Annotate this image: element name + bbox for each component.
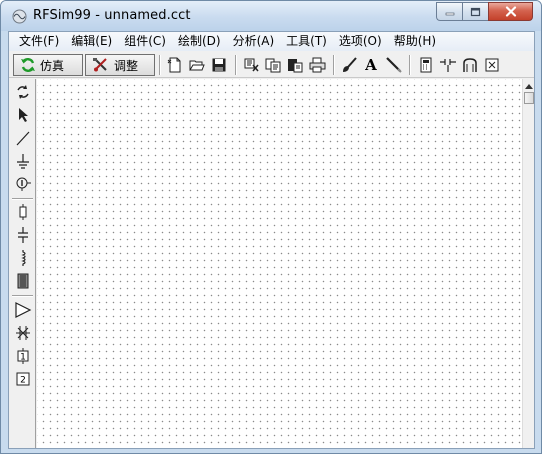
text-icon[interactable]: A [362,56,380,74]
scroll-thumb[interactable] [524,92,534,104]
toolbar: 仿真 调整 A [9,52,534,78]
toolbar-separator [409,55,411,75]
component-icon[interactable] [439,56,457,74]
simulate-button[interactable]: 仿真 [13,54,83,76]
copy-icon[interactable] [264,56,282,74]
minimize-icon [445,12,454,15]
menu-file[interactable]: 文件(F) [13,32,65,51]
capacitor-icon[interactable] [14,226,32,244]
transformer-icon[interactable] [14,272,32,290]
refresh-icon [21,58,35,72]
close-icon [505,6,516,17]
menu-components[interactable]: 组件(C) [118,32,172,51]
client-area: 文件(F) 编辑(E) 组件(C) 绘制(D) 分析(A) 工具(T) 选项(O… [8,31,535,449]
menu-edit[interactable]: 编辑(E) [65,32,118,51]
menu-tools[interactable]: 工具(T) [280,32,333,51]
calculator-icon[interactable] [417,56,435,74]
vertical-scrollbar[interactable] [522,79,534,448]
port-icon[interactable] [14,175,32,193]
chevron-up-icon [525,83,533,89]
app-window: RFSim99 - unnamed.cct 文件(F) 编辑(E) 组件(C) … [0,0,542,454]
pointer-icon[interactable] [14,106,32,124]
app-icon[interactable] [12,9,27,24]
tune-button[interactable]: 调整 [85,54,155,76]
two-port-icon[interactable]: 2 [14,370,32,388]
menu-bar: 文件(F) 编辑(E) 组件(C) 绘制(D) 分析(A) 工具(T) 选项(O… [9,32,534,51]
toolbar-separator [235,55,237,75]
inductor-icon[interactable] [14,249,32,267]
simulate-label: 仿真 [40,58,65,73]
coax-icon[interactable] [461,56,479,74]
paint-brush-icon[interactable] [340,56,358,74]
minimize-button[interactable] [436,2,462,21]
open-folder-icon[interactable] [188,56,206,74]
title-bar[interactable]: RFSim99 - unnamed.cct [1,1,541,31]
menu-help[interactable]: 帮助(H) [388,32,442,51]
cut-icon[interactable] [242,56,260,74]
paste-icon[interactable] [286,56,304,74]
menu-analyze[interactable]: 分析(A) [227,32,281,51]
wire-icon[interactable] [14,129,32,147]
save-icon[interactable] [210,56,228,74]
line-draw-icon[interactable] [384,56,402,74]
menu-draw[interactable]: 绘制(D) [172,32,227,51]
transistor-icon[interactable] [14,324,32,342]
palette-separator [12,198,33,200]
tune-label: 调整 [114,58,139,73]
maximize-button[interactable] [462,2,488,21]
menu-options[interactable]: 选项(O) [333,32,388,51]
one-port-icon[interactable]: 1 [14,347,32,365]
close-button[interactable] [488,2,533,21]
caption-buttons [436,2,533,21]
component-palette: 1 2 [9,79,36,448]
print-icon[interactable] [308,56,326,74]
resistor-icon[interactable] [14,203,32,221]
toolbar-separator [333,55,335,75]
tune-tools-icon [93,58,107,72]
text-tool-glyph: A [365,56,377,74]
schematic-canvas[interactable] [37,79,522,448]
rotate-icon[interactable] [14,83,32,101]
maximize-icon [470,7,481,16]
window-title: RFSim99 - unnamed.cct [33,8,191,23]
ground-icon[interactable] [14,152,32,170]
two-port-label: 2 [20,376,26,386]
scroll-up-button[interactable] [524,81,534,91]
one-port-label: 1 [20,353,26,363]
amplifier-icon[interactable] [14,301,32,319]
dimension-icon[interactable] [483,56,501,74]
palette-separator [12,295,33,297]
toolbar-separator [159,55,161,75]
new-file-icon[interactable] [166,56,184,74]
